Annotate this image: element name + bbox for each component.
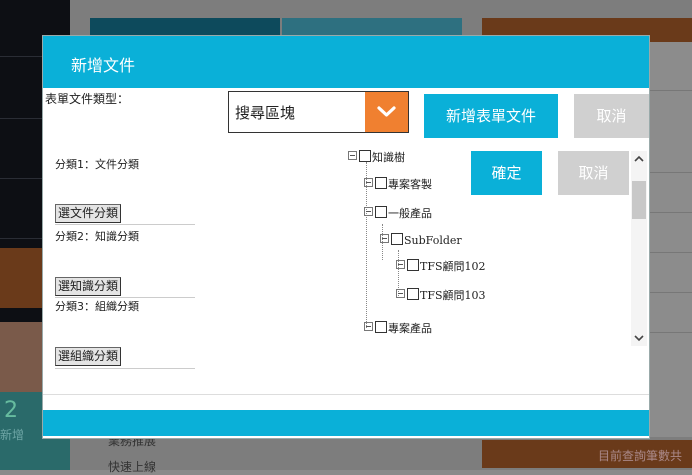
select-org-category-button[interactable]: 選組織分類: [55, 347, 122, 366]
divider: [55, 368, 195, 369]
list-divider: [648, 292, 692, 293]
tree-node[interactable]: TFS顧問102: [396, 258, 486, 273]
collapse-icon[interactable]: [364, 322, 373, 331]
doc-type-select[interactable]: 搜尋區塊: [228, 91, 409, 133]
collapse-icon[interactable]: [364, 207, 373, 216]
collapse-icon[interactable]: [396, 289, 405, 298]
result-count-text: 目前查詢筆數共: [597, 449, 682, 463]
tree-node[interactable]: SubFolder: [380, 232, 462, 247]
list-divider: [648, 332, 692, 333]
list-divider: [648, 90, 692, 91]
tree-node-label: TFS顧問103: [420, 289, 486, 302]
tree-checkbox[interactable]: [375, 177, 387, 189]
tree-node-label: TFS顧問102: [420, 260, 486, 273]
scrollbar-thumb[interactable]: [632, 181, 646, 219]
tree-checkbox[interactable]: [359, 150, 371, 162]
tree-checkbox[interactable]: [407, 259, 419, 271]
tree-checkbox[interactable]: [407, 288, 419, 300]
tree-node[interactable]: 一般產品: [364, 205, 432, 220]
tree-checkbox[interactable]: [375, 321, 387, 333]
tree-node-label: 專案產品: [388, 322, 432, 335]
dialog-header: 新增文件: [43, 36, 649, 88]
dialog-footer: [43, 410, 649, 436]
new-form-document-button[interactable]: 新增表單文件: [424, 94, 558, 138]
scroll-up-icon[interactable]: [631, 151, 647, 167]
background-tree-item: 快速上線: [108, 460, 157, 474]
tree-checkbox[interactable]: [375, 206, 387, 218]
confirm-button[interactable]: 確定: [471, 151, 542, 195]
collapse-icon[interactable]: [364, 178, 373, 187]
collapse-icon[interactable]: [396, 260, 405, 269]
tree-node-label: 專案客製: [388, 178, 432, 191]
cancel-button[interactable]: 取消: [558, 151, 629, 195]
collapse-icon[interactable]: [380, 234, 389, 243]
category-2-label: 分類2：知識分類: [55, 230, 139, 243]
list-divider: [648, 252, 692, 253]
tree-node[interactable]: 專案客製: [364, 176, 432, 191]
tree-node-label: SubFolder: [404, 234, 462, 247]
divider: [55, 224, 195, 225]
collapse-icon[interactable]: [348, 151, 357, 160]
cancel-top-button[interactable]: 取消: [574, 94, 649, 138]
scroll-down-icon[interactable]: [631, 330, 647, 346]
new-document-dialog: 新增文件 表單文件類型： 搜尋區塊 新增表單文件 取消 分類1：文件分類 選文件…: [42, 35, 650, 439]
list-divider: [648, 172, 692, 173]
divider: [43, 394, 649, 395]
dialog-title: 新增文件: [71, 56, 136, 75]
tree-node-label: 知識樹: [372, 151, 405, 164]
background-result-list: [648, 42, 692, 437]
tree-node[interactable]: TFS顧問103: [396, 287, 486, 302]
tree-node[interactable]: 專案產品: [364, 320, 432, 335]
tree-checkbox[interactable]: [391, 233, 403, 245]
tree-node-label: 一般產品: [388, 207, 432, 220]
select-doc-category-button[interactable]: 選文件分類: [55, 204, 122, 223]
chevron-down-icon[interactable]: [365, 92, 408, 132]
list-divider: [648, 212, 692, 213]
tree-scrollbar[interactable]: [631, 151, 647, 346]
category-3-label: 分類3：組織分類: [55, 300, 139, 313]
tree-node[interactable]: 知識樹: [348, 149, 405, 164]
select-knowledge-category-button[interactable]: 選知識分類: [55, 277, 122, 296]
new-count: 2: [4, 398, 18, 423]
category-1-label: 分類1：文件分類: [55, 158, 139, 171]
doc-type-label: 表單文件類型：: [45, 92, 130, 106]
new-label: 新增: [0, 428, 25, 442]
doc-type-value: 搜尋區塊: [235, 104, 296, 122]
